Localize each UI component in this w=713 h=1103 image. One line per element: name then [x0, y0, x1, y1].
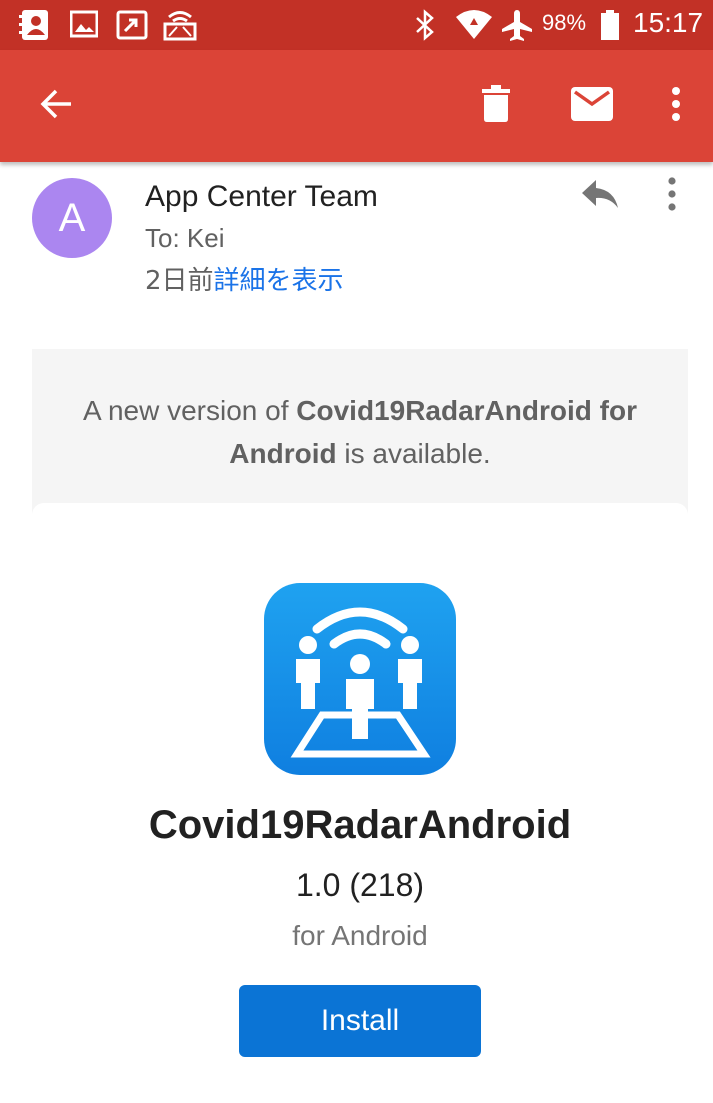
wifi-icon: [455, 9, 493, 46]
date-line: 2日前詳細を表示: [145, 260, 344, 297]
status-bar: 98% 15:17: [0, 0, 713, 50]
banner-message: A new version of Covid19RadarAndroid for…: [32, 389, 688, 475]
cast-notification-icon: [116, 9, 148, 46]
avatar[interactable]: A: [32, 178, 112, 258]
more-vert-icon: [670, 86, 682, 127]
update-banner: A new version of Covid19RadarAndroid for…: [32, 349, 688, 524]
email-header: A App Center Team To: Kei 2日前詳細を表示: [0, 162, 713, 332]
contacts-notification-icon: [18, 9, 52, 46]
app-bar: [0, 50, 713, 162]
app-name: Covid19RadarAndroid: [148, 803, 572, 847]
show-details-link[interactable]: 詳細を表示: [214, 266, 344, 296]
back-icon: [38, 86, 74, 127]
banner-suffix: is available.: [336, 438, 491, 469]
mark-unread-icon: [571, 86, 613, 126]
install-button[interactable]: Install: [239, 985, 481, 1057]
covid-radar-app-icon: [264, 583, 456, 775]
image-notification-icon: [69, 9, 99, 44]
email-date: 2日前: [145, 266, 214, 296]
status-time: 15:17: [633, 7, 704, 38]
battery-icon: [600, 9, 620, 46]
app-version: 1.0 (218): [295, 867, 425, 903]
install-label: Install: [320, 1004, 400, 1037]
battery-percent: 98%: [542, 10, 587, 35]
more-vert-icon: [667, 176, 677, 216]
sender-name: App Center Team: [145, 180, 378, 213]
avatar-letter: A: [58, 195, 86, 240]
bluetooth-icon: [414, 9, 436, 46]
delete-icon: [481, 84, 511, 128]
back-button[interactable]: [28, 78, 84, 134]
delete-button[interactable]: [468, 78, 524, 134]
reply-button[interactable]: [574, 174, 626, 218]
reply-icon: [580, 178, 620, 215]
banner-prefix: A new version of: [83, 395, 297, 426]
more-options-button[interactable]: [648, 78, 704, 134]
wifi-display-notification-icon: [163, 9, 197, 46]
recipient-line: To: Kei: [145, 223, 225, 253]
message-more-button[interactable]: [654, 174, 690, 218]
app-platform: for Android: [292, 920, 428, 951]
airplane-mode-icon: [500, 9, 534, 46]
mark-unread-button[interactable]: [564, 78, 620, 134]
